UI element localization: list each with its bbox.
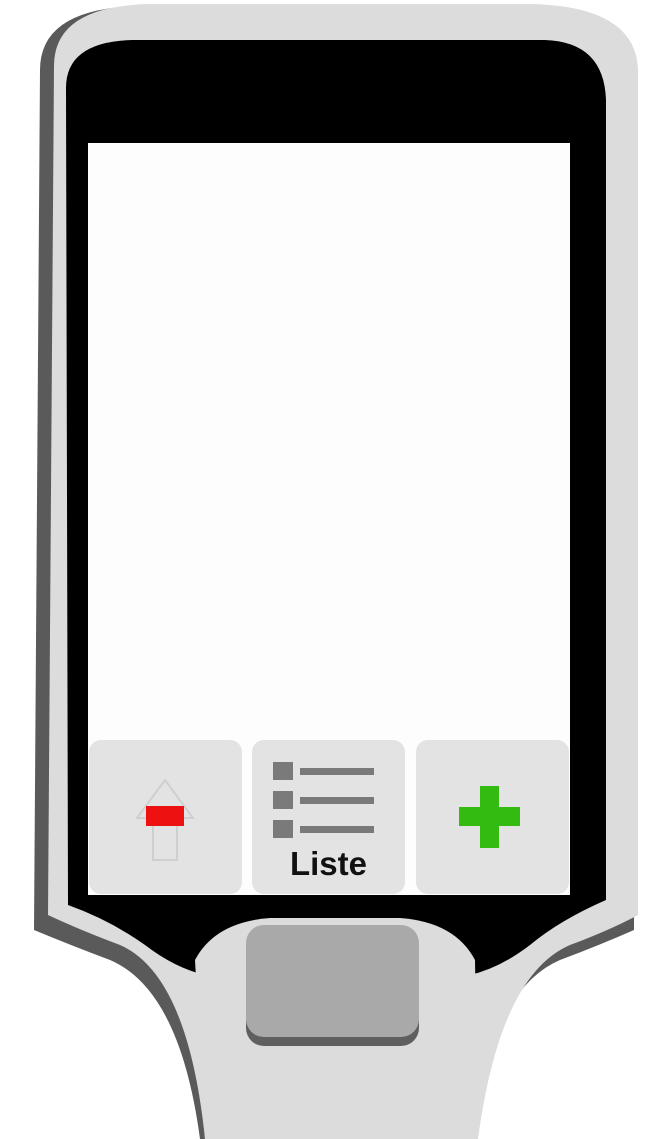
hardware-button[interactable] [245, 924, 420, 1048]
plus-softkey[interactable] [416, 740, 569, 894]
device-stage: Liste [0, 0, 669, 1139]
list-softkey[interactable]: Liste [252, 740, 405, 894]
plus-icon [459, 786, 520, 848]
list-softkey-label: Liste [289, 845, 368, 882]
minus-icon [146, 806, 184, 826]
minus-softkey[interactable] [89, 740, 242, 894]
